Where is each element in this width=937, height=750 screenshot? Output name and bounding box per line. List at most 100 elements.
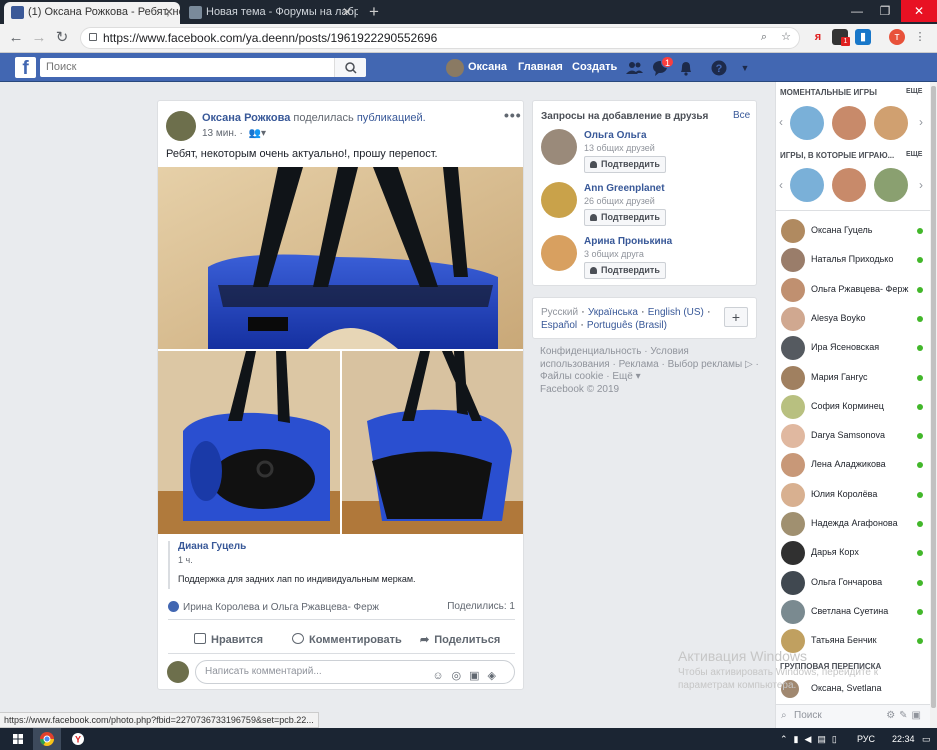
request-avatar[interactable] (541, 182, 577, 218)
chat-settings-icons[interactable]: ⚙✎▣ (886, 705, 925, 727)
add-language-button[interactable]: + (724, 307, 748, 327)
tab-facebook[interactable]: (1) Оксана Рожкова - Ребят, нек ✕ (4, 2, 180, 24)
request-mutual[interactable]: 26 общих друзей (584, 196, 655, 206)
bookmark-star-icon[interactable]: ☆ (778, 29, 794, 45)
chat-contact[interactable]: Оксана Гуцель (781, 219, 923, 243)
quote-author[interactable]: Диана Гуцель (178, 541, 513, 552)
close-window-button[interactable]: ✕ (901, 0, 937, 22)
extension-icon[interactable]: 1 (832, 29, 850, 46)
game-thumbnail[interactable] (832, 106, 866, 140)
search-button[interactable] (334, 58, 366, 77)
chat-search-input[interactable]: ⌕ Поиск ⚙✎▣ (776, 704, 931, 728)
zoom-icon[interactable]: ⌕ (756, 29, 772, 45)
notifications-bell-icon[interactable] (677, 59, 695, 77)
language-link[interactable]: Español (541, 320, 577, 331)
footer-link[interactable]: Конфиденциальность (540, 346, 641, 357)
comment-attachment-icons[interactable]: ☺◎▣◈ (432, 665, 504, 687)
comment-button[interactable]: Комментировать (292, 629, 402, 651)
maximize-button[interactable]: ❐ (869, 0, 901, 22)
chat-contact[interactable]: Мария Гангус (781, 365, 923, 390)
input-language[interactable]: РУС (857, 728, 875, 750)
chat-contact[interactable]: София Корминец (781, 394, 923, 419)
chat-contact[interactable]: Alesya Boyko (781, 306, 923, 331)
notifications-icon[interactable]: ▭ (922, 728, 931, 750)
tab-close-icon[interactable]: ✕ (164, 2, 174, 23)
chat-contact[interactable]: Darya Samsonova (781, 424, 923, 449)
url-field[interactable]: https://www.facebook.com/ya.deenn/posts/… (80, 27, 800, 49)
chat-contact[interactable]: Ира Ясеновская (781, 336, 923, 361)
chat-contact[interactable]: Дарья Корх (781, 541, 923, 566)
footer-link[interactable]: Ещё (612, 371, 632, 382)
chat-contact[interactable]: Наталья Приходько (781, 248, 923, 273)
confirm-button[interactable]: Подтвердить (584, 209, 666, 226)
tab-forum[interactable]: Новая тема - Форумы на лабра ✕ (182, 2, 358, 24)
chat-contact[interactable]: Ольга Гончарова (781, 570, 923, 595)
ad-choices-icon[interactable]: ▷ (745, 359, 753, 370)
comment-input[interactable]: Написать комментарий... ☺◎▣◈ (195, 660, 515, 684)
facebook-logo[interactable]: f (15, 57, 36, 78)
post-photo-1[interactable] (158, 167, 523, 349)
yandex-icon[interactable]: я (810, 29, 826, 45)
author-name[interactable]: Оксана Рожкова (202, 112, 290, 124)
profile-avatar-small[interactable] (446, 59, 464, 77)
shares-count[interactable]: Поделились: 1 (447, 601, 515, 612)
reload-icon[interactable]: ↻ (52, 28, 72, 48)
post-options-icon[interactable]: ••• (504, 107, 522, 123)
author-avatar[interactable] (166, 111, 196, 141)
yandex-taskbar-icon[interactable]: Y (64, 728, 92, 750)
language-link[interactable]: Português (Brasil) (587, 320, 667, 331)
post-time[interactable]: 13 мин. · (202, 128, 243, 139)
game-thumbnail[interactable] (874, 168, 908, 202)
chat-contact[interactable]: Надежда Агафонова (781, 512, 923, 536)
more-played-link[interactable]: ЕЩЕ (906, 151, 922, 158)
menu-kebab-icon[interactable]: ⋮ (912, 29, 928, 45)
chevron-down-icon[interactable]: ▼ (736, 59, 754, 77)
windows-start-icon[interactable] (3, 728, 33, 750)
request-avatar[interactable] (541, 129, 577, 165)
fb-search-input[interactable] (40, 58, 366, 77)
home-link[interactable]: Главная (518, 53, 563, 82)
likers-text[interactable]: Ирина Королева и Ольга Ржавцева- Ферж (183, 602, 379, 613)
profile-link[interactable]: Оксана (468, 53, 507, 82)
request-name[interactable]: Ольга Ольга (584, 130, 647, 141)
chevron-right-icon[interactable]: › (919, 115, 923, 129)
chevron-left-icon[interactable]: ‹ (779, 178, 783, 192)
footer-link[interactable]: Реклама (619, 359, 659, 370)
footer-link[interactable]: Файлы cookie (540, 371, 603, 382)
new-tab-button[interactable]: + (364, 2, 384, 22)
request-mutual[interactable]: 13 общих друзей (584, 143, 655, 153)
post-timestamp[interactable]: 13 мин. · 👥▾ (202, 128, 266, 139)
request-avatar[interactable] (541, 235, 577, 271)
quote-time[interactable]: 1 ч. (178, 555, 513, 565)
confirm-button[interactable]: Подтвердить (584, 156, 666, 173)
game-thumbnail[interactable] (790, 168, 824, 202)
more-games-link[interactable]: ЕЩЕ (906, 88, 922, 95)
clock-time[interactable]: 22:34 (892, 728, 915, 750)
page-scrollbar[interactable] (930, 82, 937, 728)
quoted-original-post[interactable]: Диана Гуцель 1 ч. Поддержка для задних л… (168, 541, 513, 589)
request-name[interactable]: Ann Greenplanet (584, 183, 665, 194)
shared-post-link[interactable]: публикацией. (357, 112, 426, 124)
bookmark-ext-icon[interactable]: ▮ (855, 29, 871, 45)
back-arrow-icon[interactable]: ← (6, 28, 26, 48)
see-all-link[interactable]: Все (733, 110, 750, 121)
confirm-button[interactable]: Подтвердить (584, 262, 666, 279)
like-button[interactable]: Нравится (194, 629, 263, 651)
forward-arrow-icon[interactable]: → (29, 28, 49, 48)
chat-contact[interactable]: Лена Аладжикова (781, 453, 923, 478)
request-mutual[interactable]: 3 общих друга (584, 249, 644, 259)
share-button[interactable]: ➦ Поделиться (420, 629, 500, 651)
post-photo-2[interactable] (158, 351, 340, 534)
help-icon[interactable]: ? (710, 59, 728, 77)
friend-requests-icon[interactable] (625, 59, 643, 77)
chat-contact[interactable]: Юлия Королёва (781, 482, 923, 507)
game-thumbnail[interactable] (790, 106, 824, 140)
chevron-left-icon[interactable]: ‹ (779, 115, 783, 129)
system-tray-icons[interactable]: ⌃▮◀▤▯ (780, 728, 843, 750)
chat-contact[interactable]: Светлана Суетина (781, 599, 923, 624)
game-thumbnail[interactable] (874, 106, 908, 140)
game-thumbnail[interactable] (832, 168, 866, 202)
audience-friends-icon[interactable]: 👥▾ (249, 128, 266, 139)
request-name[interactable]: Арина Пронькина (584, 236, 672, 247)
chevron-right-icon[interactable]: › (919, 178, 923, 192)
